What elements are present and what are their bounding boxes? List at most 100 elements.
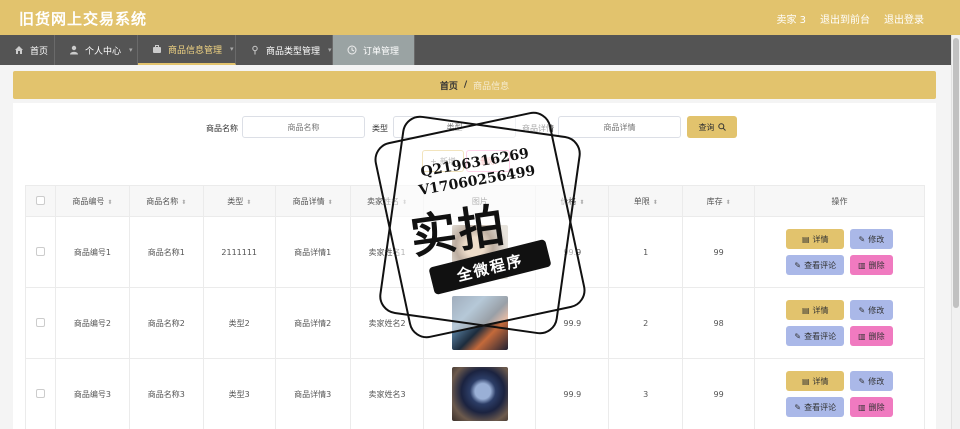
cell-limit: 3	[608, 358, 684, 429]
column-header-label: 卖家姓名	[367, 196, 399, 206]
batch-delete-button[interactable]: 删除	[466, 150, 510, 172]
cell-name: 商品名称3	[128, 358, 204, 429]
product-image[interactable]	[451, 225, 508, 279]
nav-item-product-info[interactable]: 商品信息管理 ▾	[138, 35, 236, 65]
select-all-checkbox[interactable]	[25, 185, 56, 217]
logout-link[interactable]: 退出登录	[884, 11, 924, 26]
checkbox[interactable]	[35, 195, 45, 205]
sort-icon[interactable]: ⬍	[579, 199, 584, 206]
top-bar: 旧货网上交易系统 卖家 3 退出到前台 退出登录	[0, 0, 960, 35]
scrollbar-thumb[interactable]	[953, 38, 959, 308]
comment-label: 查看评论	[804, 260, 837, 270]
detail-button[interactable]: ▤ 详情	[786, 300, 845, 320]
column-header[interactable]: 商品名称 ⬍	[128, 185, 204, 217]
delete-button[interactable]: ▥ 删除	[850, 397, 893, 417]
user-icon	[70, 45, 78, 55]
detail-label: 详情	[812, 305, 829, 315]
delete-button[interactable]: ▥ 删除	[850, 326, 893, 346]
cell-detail: 商品详情3	[274, 358, 351, 429]
edit-label: 修改	[868, 376, 885, 386]
checkbox[interactable]	[35, 317, 45, 327]
detail-button[interactable]: ▤ 详情	[786, 229, 845, 249]
add-button-label: 新增	[439, 156, 456, 166]
column-header-label: 商品详情	[292, 196, 325, 206]
search-detail-input[interactable]	[558, 116, 681, 138]
comment-label: 查看评论	[804, 402, 837, 412]
pencil-icon: ✎	[794, 331, 802, 341]
table-row: 商品编号3 商品名称3 类型3 商品详情3 卖家姓名3 99.9 3 99 ▤ 详…	[25, 358, 925, 429]
nav-item-profile[interactable]: 个人中心 ▾	[55, 35, 138, 65]
sort-icon[interactable]: ⬍	[107, 199, 112, 206]
cell-price: 99.9	[535, 287, 610, 359]
pencil-icon: ✎	[794, 402, 802, 412]
column-header-label: 商品名称	[146, 196, 179, 206]
search-button-label: 查询	[698, 122, 715, 132]
view-comments-button[interactable]: ✎ 查看评论	[786, 326, 845, 346]
column-header[interactable]: 类型 ⬍	[202, 185, 276, 217]
column-header-label: 操作	[831, 196, 848, 206]
detail-button[interactable]: ▤ 详情	[786, 371, 845, 391]
search-type-label: 类型	[372, 124, 388, 133]
nav-label-home: 首页	[30, 46, 49, 57]
breadcrumb-current: 商品信息	[473, 81, 510, 92]
product-image[interactable]	[451, 296, 508, 350]
trash-icon: ▥	[858, 260, 866, 270]
nav-item-orders[interactable]: 订单管理	[333, 35, 415, 65]
sort-icon[interactable]: ⬍	[726, 199, 731, 206]
exit-to-front-link[interactable]: 退出到前台	[820, 11, 870, 26]
nav-item-product-type[interactable]: 商品类型管理 ▾	[236, 35, 333, 65]
edit-button[interactable]: ✎ 修改	[850, 300, 893, 320]
edit-button[interactable]: ✎ 修改	[850, 371, 893, 391]
search-button[interactable]: 查询	[687, 116, 737, 138]
sort-icon[interactable]: ⬍	[328, 199, 333, 206]
sort-icon[interactable]: ⬍	[653, 199, 658, 206]
view-comments-button[interactable]: ✎ 查看评论	[786, 255, 845, 275]
edit-button[interactable]: ✎ 修改	[850, 229, 893, 249]
column-header-label: 库存	[706, 196, 723, 206]
product-image[interactable]	[451, 367, 508, 421]
cell-image	[423, 358, 537, 429]
search-type-input[interactable]	[393, 116, 516, 138]
nav-item-home[interactable]: 首页	[0, 35, 55, 65]
delete-label: 删除	[868, 260, 885, 270]
sort-icon[interactable]: ⬍	[402, 199, 407, 206]
breadcrumb-separator: /	[463, 80, 468, 90]
column-header-label: 单限	[633, 196, 650, 206]
comment-label: 查看评论	[804, 331, 837, 341]
cell-code: 商品编号2	[54, 287, 130, 359]
clock-icon	[347, 45, 357, 55]
scrollbar[interactable]	[951, 35, 960, 429]
breadcrumb-home[interactable]: 首页	[440, 79, 458, 92]
checkbox[interactable]	[35, 246, 45, 256]
detail-label: 详情	[812, 234, 829, 244]
row-select[interactable]	[25, 287, 56, 359]
row-select[interactable]	[25, 216, 56, 288]
header-links: 卖家 3 退出到前台 退出登录	[776, 11, 924, 26]
row-select[interactable]	[25, 358, 56, 429]
file-icon: ▤	[801, 305, 810, 315]
cell-seller: 卖家姓名3	[349, 358, 425, 429]
cell-price: 99.9	[535, 216, 610, 288]
delete-button[interactable]: ▥ 删除	[850, 255, 893, 275]
cell-detail: 商品详情2	[274, 287, 351, 359]
home-icon	[15, 46, 23, 54]
nav-label-profile: 个人中心	[85, 46, 122, 57]
sort-icon[interactable]: ⬍	[181, 199, 186, 206]
cell-price: 99.9	[535, 358, 610, 429]
cell-actions: ▤ 详情 ✎ 修改 ✎ 查看评论 ▥ 删除	[754, 216, 925, 288]
search-name-input[interactable]	[242, 116, 365, 138]
column-header[interactable]: 价格 ⬍	[535, 185, 610, 217]
pencil-icon: ✎	[858, 234, 866, 244]
column-header[interactable]: 卖家姓名 ⬍	[349, 185, 425, 217]
checkbox[interactable]	[35, 388, 45, 398]
column-header[interactable]: 单限 ⬍	[608, 185, 684, 217]
cell-stock: 99	[682, 216, 756, 288]
column-header[interactable]: 商品编号 ⬍	[54, 185, 130, 217]
trash-icon: ▥	[858, 331, 866, 341]
column-header[interactable]: 商品详情 ⬍	[274, 185, 351, 217]
view-comments-button[interactable]: ✎ 查看评论	[786, 397, 845, 417]
add-button[interactable]: + 新增	[422, 150, 464, 172]
cell-stock: 98	[682, 287, 756, 359]
sort-icon[interactable]: ⬍	[246, 199, 251, 206]
column-header[interactable]: 库存 ⬍	[682, 185, 756, 217]
